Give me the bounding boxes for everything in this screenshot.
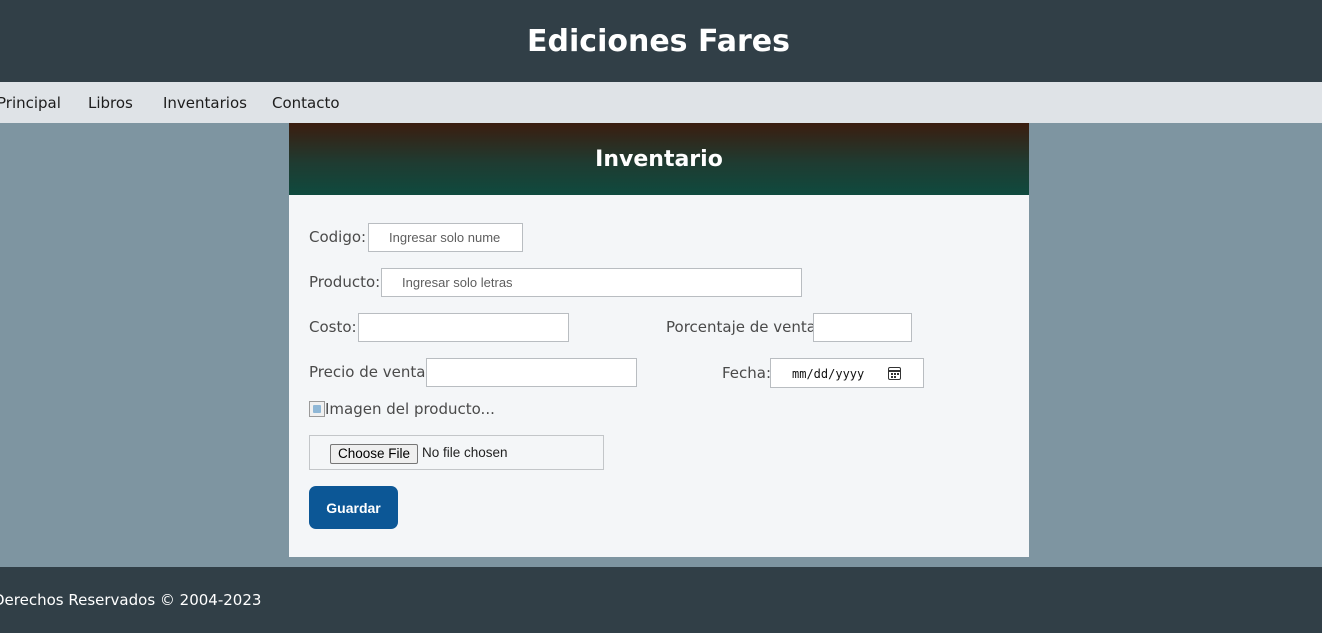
fecha-label: Fecha: bbox=[722, 364, 772, 382]
site-footer: Derechos Reservados © 2004-2023 bbox=[0, 567, 1322, 633]
file-status: No file chosen bbox=[422, 445, 508, 460]
main-nav: Principal Libros Inventarios Contacto bbox=[0, 82, 1322, 123]
footer-text: Derechos Reservados © 2004-2023 bbox=[0, 591, 262, 609]
costo-input[interactable] bbox=[358, 313, 569, 342]
precio-label: Precio de venta: bbox=[309, 363, 431, 381]
porcentaje-label: Porcentaje de venta: bbox=[666, 318, 822, 336]
costo-label: Costo: bbox=[309, 318, 357, 336]
precio-input[interactable] bbox=[426, 358, 637, 387]
fecha-input[interactable]: mm/dd/yyyy bbox=[770, 358, 924, 388]
product-image: Imagen del producto... bbox=[309, 399, 495, 419]
producto-input[interactable] bbox=[381, 268, 802, 297]
nav-item-contacto[interactable]: Contacto bbox=[272, 82, 340, 123]
producto-label: Producto: bbox=[309, 273, 381, 291]
save-button[interactable]: Guardar bbox=[309, 486, 398, 529]
site-header: Ediciones Fares bbox=[0, 0, 1322, 82]
nav-item-principal[interactable]: Principal bbox=[0, 82, 61, 123]
fecha-value: mm/dd/yyyy bbox=[792, 367, 865, 381]
file-input[interactable]: Choose File No file chosen bbox=[309, 435, 604, 470]
calendar-icon[interactable] bbox=[888, 367, 901, 380]
codigo-label: Codigo: bbox=[309, 228, 367, 246]
card-header: Inventario bbox=[289, 123, 1029, 195]
broken-image-icon bbox=[309, 401, 325, 417]
choose-file-button[interactable]: Choose File bbox=[330, 444, 418, 464]
codigo-input[interactable] bbox=[368, 223, 523, 252]
porcentaje-input[interactable] bbox=[813, 313, 912, 342]
card-title: Inventario bbox=[595, 146, 723, 172]
site-title: Ediciones Fares bbox=[527, 23, 790, 59]
product-image-alt: Imagen del producto... bbox=[325, 400, 495, 418]
nav-item-libros[interactable]: Libros bbox=[88, 82, 133, 123]
nav-item-inventarios[interactable]: Inventarios bbox=[163, 82, 247, 123]
inventory-card: Inventario Codigo: Producto: Costo: Porc… bbox=[289, 123, 1029, 557]
